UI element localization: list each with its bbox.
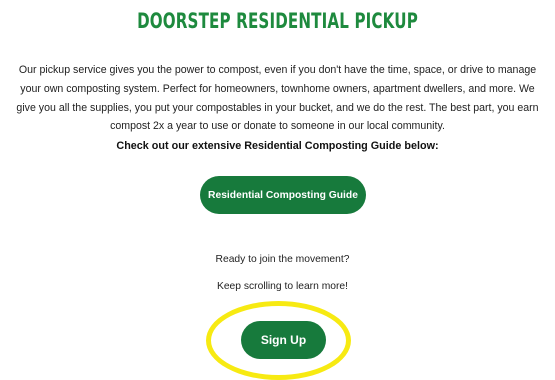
guide-heading: Check out our extensive Residential Comp… (116, 140, 439, 152)
keep-scrolling-text: Keep scrolling to learn more! (216, 281, 349, 292)
sign-up-button[interactable]: Sign Up (241, 321, 326, 359)
intro-paragraph: Our pickup service gives you the power t… (16, 64, 539, 133)
residential-composting-guide-button[interactable]: Residential Composting Guide (200, 176, 366, 214)
ready-to-join-text: Ready to join the movement? (215, 254, 350, 265)
page-title: DOORSTEP RESIDENTIAL PICKUP (137, 9, 418, 33)
residential-pickup-page: DOORSTEP RESIDENTIAL PICKUP Our pickup s… (0, 0, 555, 380)
